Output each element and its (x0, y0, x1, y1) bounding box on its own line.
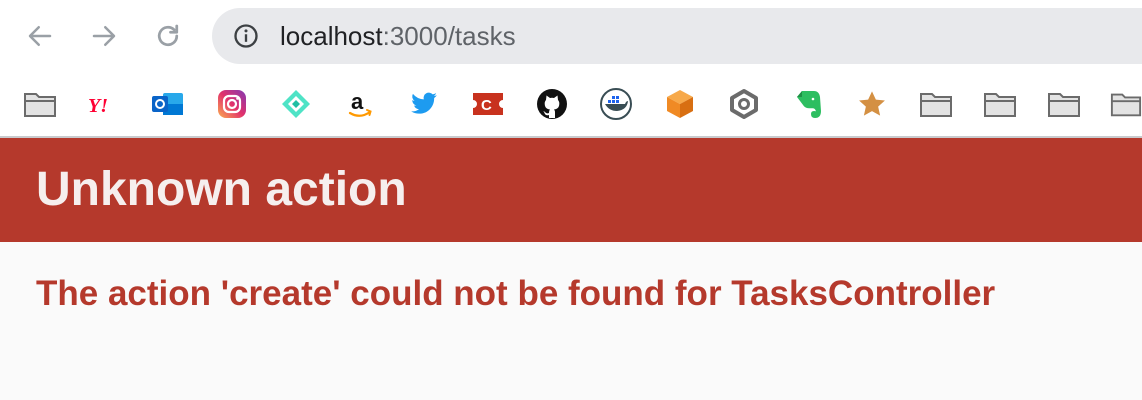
star-icon (859, 91, 885, 116)
folder-icon (920, 93, 952, 117)
bookmark-item[interactable] (726, 86, 762, 122)
page-title: Unknown action (36, 163, 407, 216)
amazon-icon: a (348, 89, 372, 117)
bookmark-item[interactable]: Y! (86, 86, 122, 122)
bookmark-item[interactable] (278, 86, 314, 122)
bookmark-item[interactable] (662, 86, 698, 122)
forward-button[interactable] (88, 20, 120, 52)
reload-button[interactable] (152, 20, 184, 52)
github-icon (537, 89, 567, 119)
bookmark-item[interactable] (214, 86, 250, 122)
svg-text:a: a (351, 89, 364, 114)
bookmark-item[interactable] (1110, 86, 1142, 122)
folder-icon (1110, 93, 1142, 117)
address-bar[interactable]: localhost:3000/tasks (212, 8, 1142, 64)
address-url[interactable]: localhost:3000/tasks (280, 8, 516, 64)
bookmark-item[interactable] (982, 86, 1018, 122)
url-path: :3000/tasks (382, 21, 516, 51)
svg-text:C: C (481, 97, 492, 114)
ticket-icon: C (473, 93, 503, 115)
folder-icon (984, 93, 1016, 117)
twitter-icon (411, 92, 437, 114)
back-button[interactable] (24, 20, 56, 52)
bookmark-item[interactable] (22, 86, 58, 122)
instagram-icon (218, 90, 246, 118)
folder-icon (1048, 93, 1080, 117)
hexagon-icon (730, 89, 758, 119)
bookmark-item[interactable] (150, 86, 186, 122)
bookmark-item[interactable] (854, 86, 890, 122)
site-info-icon[interactable] (232, 22, 260, 50)
bookmark-item[interactable] (534, 86, 570, 122)
cube-icon (667, 90, 693, 118)
svg-text:Y!: Y! (88, 95, 108, 117)
yahoo-icon: Y! (88, 95, 108, 117)
folder-icon (24, 93, 56, 117)
error-header: Unknown action (0, 138, 1142, 242)
evernote-icon (797, 91, 821, 118)
error-message: The action 'create' could not be found f… (36, 274, 996, 313)
arrow-right-icon (92, 26, 116, 46)
docker-icon (600, 88, 632, 120)
bookmark-item[interactable] (918, 86, 954, 122)
bookmark-item[interactable] (598, 86, 634, 122)
diamond-logo-icon (282, 90, 310, 118)
browser-chrome: localhost:3000/tasks Y! a C (0, 0, 1142, 138)
browser-toolbar: localhost:3000/tasks (0, 0, 1142, 72)
bookmark-item[interactable]: C (470, 86, 506, 122)
bookmark-item[interactable]: a (342, 86, 378, 122)
bookmark-item[interactable] (790, 86, 826, 122)
arrow-left-icon (28, 26, 52, 46)
bookmark-item[interactable] (1046, 86, 1082, 122)
reload-icon (157, 24, 179, 47)
outlook-icon (152, 93, 183, 115)
url-host: localhost (280, 21, 383, 51)
bookmark-item[interactable] (406, 86, 442, 122)
bookmarks-bar: Y! a C (0, 72, 1142, 136)
